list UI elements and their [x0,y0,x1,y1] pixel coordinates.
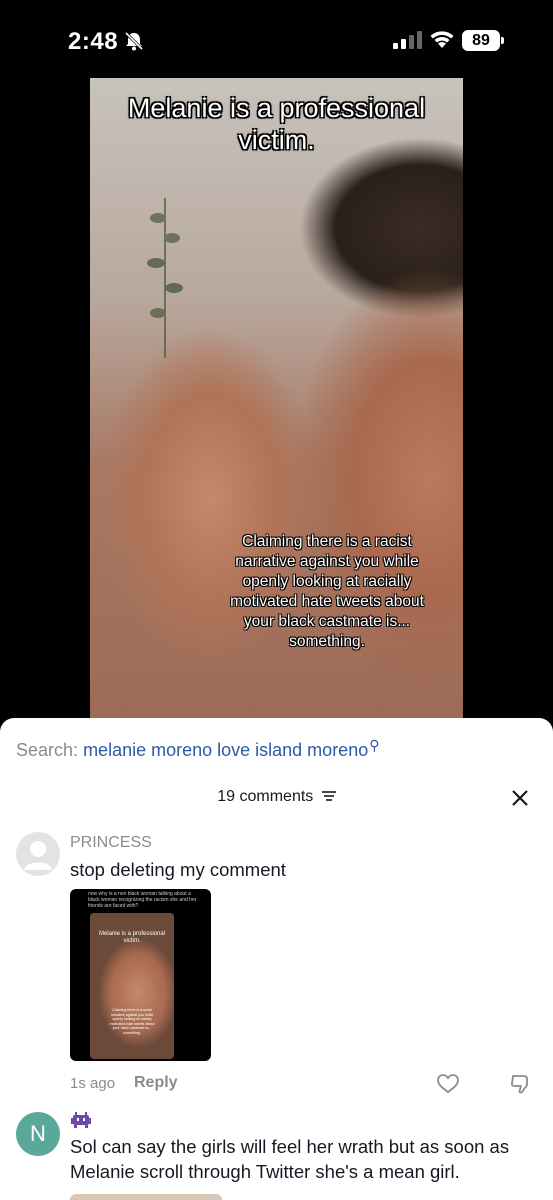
close-icon[interactable] [510,788,530,808]
thumbnail-video-title: Melanie is a professional victim. [98,931,166,944]
filter-icon[interactable] [321,790,336,802]
comment-image-thumbnail[interactable] [70,1194,222,1200]
video-caption-bottom: Claiming there is a racist narrative aga… [230,533,424,650]
thumbnail-caption: now why is a non black woman talking abo… [88,891,197,909]
video-player[interactable]: Melanie is a professional victim. Claimi… [90,78,463,720]
comment-timestamp: 1s ago [70,1075,116,1092]
comments-sheet: Search: melanie moreno love island moren… [0,718,553,1200]
dislike-icon[interactable] [510,1073,532,1095]
comment-text: Sol can say the girls will feel her wrat… [70,1136,510,1182]
plant-decoration [147,198,183,358]
thumbnail-video-body: Claiming there is a racist narrative aga… [109,1008,155,1035]
reply-button[interactable]: Reply [134,1074,178,1092]
alien-monster-emoji-icon [71,1112,91,1128]
comment-text: stop deleting my comment [70,859,286,880]
search-query[interactable]: melanie moreno love island moreno [83,740,368,760]
status-bar: 2:48 89 [0,0,553,70]
comment-video-thumbnail[interactable]: now why is a non black woman talking abo… [70,889,211,1061]
search-label: Search: [16,740,79,760]
comments-count: 19 comments [217,788,314,805]
search-icon: ⚲ [369,737,380,753]
bell-muted-icon [124,31,144,51]
signal-icon [393,31,422,49]
comment-username[interactable]: PRINCESS [70,834,152,852]
avatar[interactable]: N [16,1112,60,1156]
wifi-icon [430,31,454,48]
search-suggestion[interactable]: Search: melanie moreno love island moren… [16,737,380,761]
battery-indicator: 89 [462,30,500,51]
status-time: 2:48 [68,28,119,55]
default-avatar-icon [24,841,52,870]
comments-header: 19 comments [0,788,553,806]
avatar[interactable] [16,832,60,876]
video-caption-top: Melanie is a professional victim. [127,93,426,155]
heart-icon[interactable] [437,1074,459,1094]
thumbnail-video: Melanie is a professional victim. Claimi… [90,913,174,1059]
battery-cap [501,37,504,44]
